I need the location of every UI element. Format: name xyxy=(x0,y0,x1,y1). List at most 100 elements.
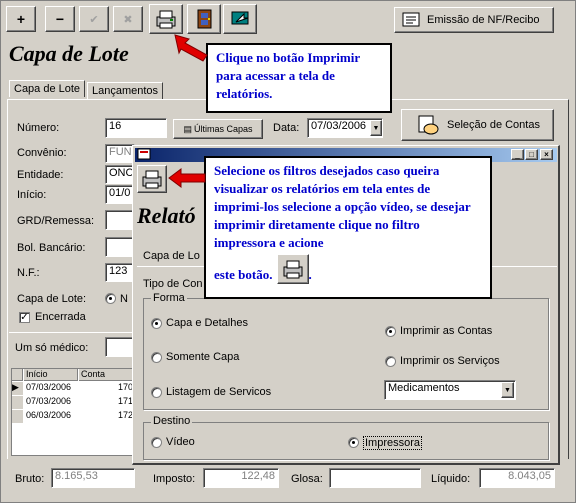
numero-label: Número: xyxy=(17,122,60,134)
tip-filter-end: este botão. xyxy=(214,267,273,282)
tab-capa-de-lote[interactable]: Capa de Lote xyxy=(9,80,86,97)
table-row[interactable]: 06/03/2006 xyxy=(24,410,78,423)
video-radio[interactable] xyxy=(151,437,162,448)
listagem-servicos-label: Listagem de Servicos xyxy=(166,386,272,398)
tip-filter-period: . xyxy=(308,267,312,282)
nf-field[interactable]: 123 xyxy=(105,263,135,282)
glosa-label: Glosa: xyxy=(291,473,323,485)
inicio-field[interactable]: 01/0 xyxy=(105,185,135,204)
app-icon xyxy=(137,148,151,160)
grid-header-inicio[interactable]: Início xyxy=(24,369,78,381)
maximize-button[interactable]: □ xyxy=(525,149,538,160)
emission-nf-button[interactable]: Emissão de NF/Recibo xyxy=(394,7,554,33)
add-button[interactable]: + xyxy=(6,6,36,32)
send-button[interactable] xyxy=(223,4,257,34)
somente-capa-label: Somente Capa xyxy=(166,351,240,363)
close-button[interactable]: × xyxy=(540,149,553,160)
liquido-label: Líquido: xyxy=(431,473,471,485)
table-cell[interactable]: 172 xyxy=(79,410,136,423)
divider xyxy=(9,332,134,333)
entidade-label: Entidade: xyxy=(17,169,64,181)
destino-group-label: Destino xyxy=(151,415,193,427)
row-pointer-icon: ▶ xyxy=(12,382,23,395)
selecao-contas-button[interactable]: Seleção de Contas xyxy=(401,109,554,141)
impressora-radio[interactable] xyxy=(348,437,359,448)
capa-lote-radio[interactable] xyxy=(105,293,116,304)
emission-nf-label: Emissão de NF/Recibo xyxy=(427,14,540,26)
red-arrow-left-icon xyxy=(168,168,206,188)
nf-label: N.F.: xyxy=(17,267,40,279)
remove-button[interactable]: − xyxy=(45,6,75,32)
dialog-print-button[interactable] xyxy=(137,165,167,193)
list-icon: ▤ xyxy=(183,123,192,134)
door-icon xyxy=(197,9,212,29)
convenio-field[interactable]: FUN xyxy=(105,144,135,163)
printer-icon xyxy=(142,170,162,189)
row-header xyxy=(12,396,23,409)
bruto-field: 8.165,53 xyxy=(51,468,135,488)
capa-detalhes-radio[interactable] xyxy=(151,318,162,329)
um-so-medico-field[interactable] xyxy=(105,337,135,357)
date-dropdown-icon[interactable]: ▼ xyxy=(370,120,382,136)
table-row[interactable]: 07/03/2006 xyxy=(24,396,78,409)
tip-filter-instructions: Selecione os filtros desejados caso quei… xyxy=(204,156,492,299)
contas-grid: Início Conta ▶ 07/03/2006 170 07/03/2006… xyxy=(11,368,136,456)
table-cell[interactable]: 170 xyxy=(79,382,136,395)
confirm-button[interactable]: ✔ xyxy=(79,6,109,32)
cancel-button[interactable]: ✖ xyxy=(113,6,143,32)
grd-remessa-field[interactable] xyxy=(105,210,135,230)
tip-filter-text: Selecione os filtros desejados caso quei… xyxy=(214,163,471,250)
capa-detalhes-label: Capa e Detalhes xyxy=(166,317,248,329)
dialog-title: Relató xyxy=(137,203,196,228)
tab-lancamentos[interactable]: Lançamentos xyxy=(87,82,164,99)
somente-capa-radio[interactable] xyxy=(151,352,162,363)
grid-corner xyxy=(12,369,23,381)
tipo-servico-select[interactable]: Medicamentos xyxy=(384,380,516,400)
imprimir-contas-radio[interactable] xyxy=(385,326,396,337)
um-so-medico-label: Um só médico: xyxy=(15,342,89,354)
row-header xyxy=(12,410,23,423)
impressora-label: Impressora xyxy=(363,436,423,450)
selecao-contas-label: Seleção de Contas xyxy=(447,119,540,131)
inicio-label: Início: xyxy=(17,189,47,201)
bol-bancario-field[interactable] xyxy=(105,237,135,257)
minimize-button[interactable]: _ xyxy=(511,149,524,160)
tip-printer-button xyxy=(276,254,309,284)
capa-lote-radio-label: N xyxy=(120,293,128,305)
numero-field[interactable]: 16 xyxy=(105,118,167,138)
ultimas-capas-button[interactable]: ▤ Últimas Capas xyxy=(173,119,263,139)
convenio-label: Convênio: xyxy=(17,147,67,159)
imposto-field: 122,48 xyxy=(203,468,279,488)
red-arrow-icon xyxy=(174,34,208,62)
table-row[interactable]: 07/03/2006 xyxy=(24,382,78,395)
table-cell[interactable]: 171 xyxy=(79,396,136,409)
glosa-field xyxy=(329,468,421,488)
document-icon xyxy=(402,12,420,27)
destino-group xyxy=(143,422,549,460)
imprimir-servicos-radio[interactable] xyxy=(385,356,396,367)
printer-icon xyxy=(156,10,176,29)
entidade-field[interactable]: ONC xyxy=(105,165,135,184)
bol-bancario-label: Bol. Bancário: xyxy=(17,242,86,254)
forma-group-label: Forma xyxy=(151,292,187,304)
imprimir-servicos-label: Imprimir os Serviços xyxy=(400,355,500,367)
listagem-servicos-radio[interactable] xyxy=(151,387,162,398)
hand-paper-icon xyxy=(418,115,439,135)
print-button[interactable] xyxy=(149,4,183,34)
capa-lote-filter-label: Capa de Lo xyxy=(143,250,200,262)
tipo-conta-label: Tipo de Con xyxy=(143,278,203,290)
chevron-down-icon[interactable]: ▼ xyxy=(501,382,514,398)
imprimir-contas-label: Imprimir as Contas xyxy=(400,325,493,337)
app-window: + − ✔ ✖ Emissão de NF/Recibo Capa de Lot… xyxy=(0,0,576,503)
liquido-field: 8.043,05 xyxy=(479,468,555,488)
page-title: Capa de Lote xyxy=(9,41,129,66)
bruto-label: Bruto: xyxy=(15,473,45,485)
capa-lote-status-label: Capa de Lote: xyxy=(17,293,87,305)
imposto-label: Imposto: xyxy=(153,473,196,485)
tip-print-instructions: Clique no botão Imprimir para acessar a … xyxy=(206,43,392,113)
exit-door-button[interactable] xyxy=(187,4,221,34)
grid-header-conta[interactable]: Conta xyxy=(79,369,136,381)
data-label: Data: xyxy=(273,122,300,134)
printer-icon xyxy=(283,260,302,279)
encerrada-checkbox[interactable]: ✓ xyxy=(19,312,30,323)
